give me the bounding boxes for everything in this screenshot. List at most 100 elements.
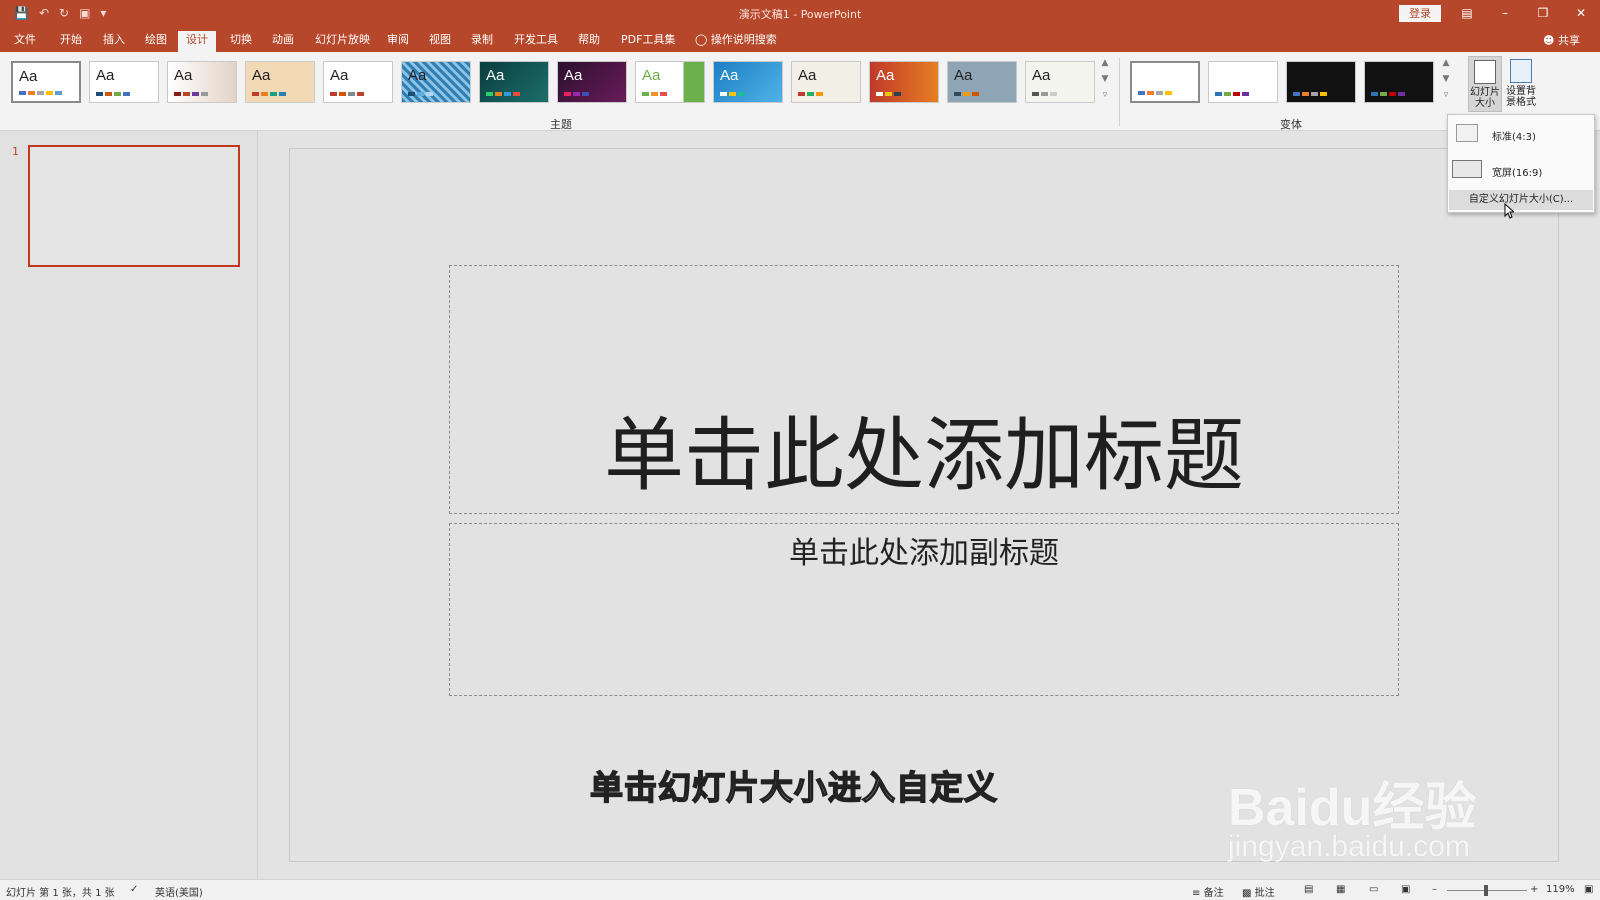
theme-3[interactable]: Aa xyxy=(167,61,237,103)
tab-pdf-tools[interactable]: PDF工具集 xyxy=(613,31,683,52)
theme-7[interactable]: Aa xyxy=(479,61,549,103)
theme-preview-text: Aa xyxy=(954,67,973,84)
theme-preview-text: Aa xyxy=(720,67,739,84)
notes-icon: ≡ xyxy=(1192,888,1201,899)
theme-preview-text: Aa xyxy=(798,67,817,84)
minimize-icon[interactable]: – xyxy=(1486,4,1524,22)
reading-view-icon[interactable]: ▭ xyxy=(1369,884,1378,895)
watermark-logo: Baidu经验 xyxy=(1228,779,1477,837)
ribbon-display-icon[interactable]: ▤ xyxy=(1448,4,1486,22)
variant-1[interactable] xyxy=(1130,61,1200,103)
variant-2[interactable] xyxy=(1208,61,1278,103)
themes-scroller[interactable]: ▲ ▼ ▿ xyxy=(1098,58,1112,108)
login-button[interactable]: 登录 xyxy=(1399,5,1441,22)
tab-home[interactable]: 开始 xyxy=(52,31,90,52)
window-title: 演示文稿1 - PowerPoint xyxy=(738,8,862,21)
slide-count: 幻灯片 第 1 张，共 1 张 xyxy=(6,888,115,899)
slide-size-widescreen[interactable]: 宽屏(16:9) xyxy=(1448,153,1594,187)
theme-preview-text: Aa xyxy=(174,67,193,84)
slide-thumbnail[interactable] xyxy=(28,145,240,267)
spellcheck-icon[interactable]: ✓ xyxy=(130,884,138,895)
slide-size-button[interactable]: 幻灯片大小 xyxy=(1468,56,1502,112)
tab-record[interactable]: 录制 xyxy=(463,31,501,52)
theme-preview-text: Aa xyxy=(486,67,505,84)
widescreen-label: 宽屏(16:9) xyxy=(1492,168,1543,179)
tab-animations[interactable]: 动画 xyxy=(264,31,302,52)
group-separator xyxy=(1119,58,1120,126)
subtitle-placeholder-text: 单击此处添加副标题 xyxy=(789,536,1059,571)
tab-developer[interactable]: 开发工具 xyxy=(506,31,566,52)
theme-preview-text: Aa xyxy=(564,67,583,84)
title-placeholder[interactable]: 单击此处添加标题 xyxy=(449,265,1399,514)
share-button[interactable]: ☻ 共享 xyxy=(1543,32,1580,48)
tell-me-label: 操作说明搜索 xyxy=(710,33,777,46)
themes-group-label: 主题 xyxy=(550,118,572,131)
scroll-down-icon[interactable]: ▼ xyxy=(1098,74,1112,90)
theme-preview-text: Aa xyxy=(408,67,427,84)
custom-slide-size-item[interactable]: 自定义幻灯片大小(C)... xyxy=(1449,190,1593,210)
theme-10[interactable]: Aa xyxy=(713,61,783,103)
language-status[interactable]: 英语(美国) xyxy=(155,884,203,899)
theme-office[interactable]: Aa xyxy=(11,61,81,103)
theme-13[interactable]: Aa xyxy=(947,61,1017,103)
scroll-up-icon[interactable]: ▲ xyxy=(1439,58,1453,74)
restore-icon[interactable]: ❐ xyxy=(1524,4,1562,22)
format-background-icon xyxy=(1510,59,1532,83)
baidu-watermark: Baidu经验 jingyan.baidu.com xyxy=(1228,725,1528,875)
theme-11[interactable]: Aa xyxy=(791,61,861,103)
status-bar: 幻灯片 第 1 张，共 1 张 ✓ 英语(美国) ≡ 备注 ▩ 批注 ▤ ▦ ▭… xyxy=(0,879,1600,900)
more-icon[interactable]: ▿ xyxy=(1098,90,1112,106)
theme-8[interactable]: Aa xyxy=(557,61,627,103)
theme-5[interactable]: Aa xyxy=(323,61,393,103)
theme-2[interactable]: Aa xyxy=(89,61,159,103)
variant-3[interactable] xyxy=(1286,61,1356,103)
theme-6[interactable]: Aa xyxy=(401,61,471,103)
slide-number: 1 xyxy=(12,145,19,158)
tutorial-caption: 单击幻灯片大小进入自定义 xyxy=(589,767,998,808)
theme-4[interactable]: Aa xyxy=(245,61,315,103)
zoom-in-icon[interactable]: + xyxy=(1530,884,1538,895)
tab-design[interactable]: 设计 xyxy=(178,31,216,52)
notes-button[interactable]: ≡ 备注 xyxy=(1192,884,1224,899)
tab-review[interactable]: 审阅 xyxy=(379,31,417,52)
scroll-up-icon[interactable]: ▲ xyxy=(1098,58,1112,74)
standard-ratio-icon xyxy=(1456,124,1478,142)
variant-4[interactable] xyxy=(1364,61,1434,103)
subtitle-placeholder[interactable]: 单击此处添加副标题 xyxy=(449,523,1399,696)
slide-sorter-icon[interactable]: ▦ xyxy=(1336,884,1345,895)
title-bar: 💾 ↶ ↻ ▣ ▾ 演示文稿1 - PowerPoint 登录 ▤ – ❐ ✕ xyxy=(0,0,1600,27)
normal-view-icon[interactable]: ▤ xyxy=(1304,884,1313,895)
slideshow-view-icon[interactable]: ▣ xyxy=(1401,884,1410,895)
theme-preview-text: Aa xyxy=(330,67,349,84)
more-icon[interactable]: ▿ xyxy=(1439,90,1453,106)
tab-view[interactable]: 视图 xyxy=(421,31,459,52)
zoom-out-icon[interactable]: – xyxy=(1432,884,1437,895)
format-background-label: 设置背景格式 xyxy=(1506,86,1536,108)
format-background-button[interactable]: 设置背景格式 xyxy=(1504,56,1538,112)
comments-button[interactable]: ▩ 批注 xyxy=(1242,884,1275,899)
theme-9[interactable]: Aa xyxy=(635,61,705,103)
tab-help[interactable]: 帮助 xyxy=(570,31,608,52)
theme-12[interactable]: Aa xyxy=(869,61,939,103)
fit-to-window-icon[interactable]: ▣ xyxy=(1584,884,1593,895)
scroll-down-icon[interactable]: ▼ xyxy=(1439,74,1453,90)
tab-file[interactable]: 文件 xyxy=(6,31,44,52)
zoom-level[interactable]: 119% xyxy=(1546,884,1575,895)
slide-size-standard[interactable]: 标准(4:3) xyxy=(1448,117,1594,151)
variants-scroller[interactable]: ▲ ▼ ▿ xyxy=(1439,58,1453,108)
tab-slideshow[interactable]: 幻灯片放映 xyxy=(307,31,378,52)
notes-label: 备注 xyxy=(1203,888,1224,899)
theme-preview-text: Aa xyxy=(252,67,271,84)
tab-insert[interactable]: 插入 xyxy=(95,31,133,52)
slide-thumbnail-pane: 1 xyxy=(0,131,258,879)
tab-transitions[interactable]: 切换 xyxy=(222,31,260,52)
zoom-slider-thumb[interactable] xyxy=(1484,885,1488,896)
tell-me-search[interactable]: ◯ 操作说明搜索 xyxy=(687,31,785,52)
person-icon: ☻ xyxy=(1543,34,1555,47)
theme-preview-text: Aa xyxy=(96,67,115,84)
close-icon[interactable]: ✕ xyxy=(1562,4,1600,22)
tab-draw[interactable]: 绘图 xyxy=(137,31,175,52)
standard-label: 标准(4:3) xyxy=(1492,132,1536,143)
theme-14[interactable]: Aa xyxy=(1025,61,1095,103)
variants-group-label: 变体 xyxy=(1280,118,1302,131)
